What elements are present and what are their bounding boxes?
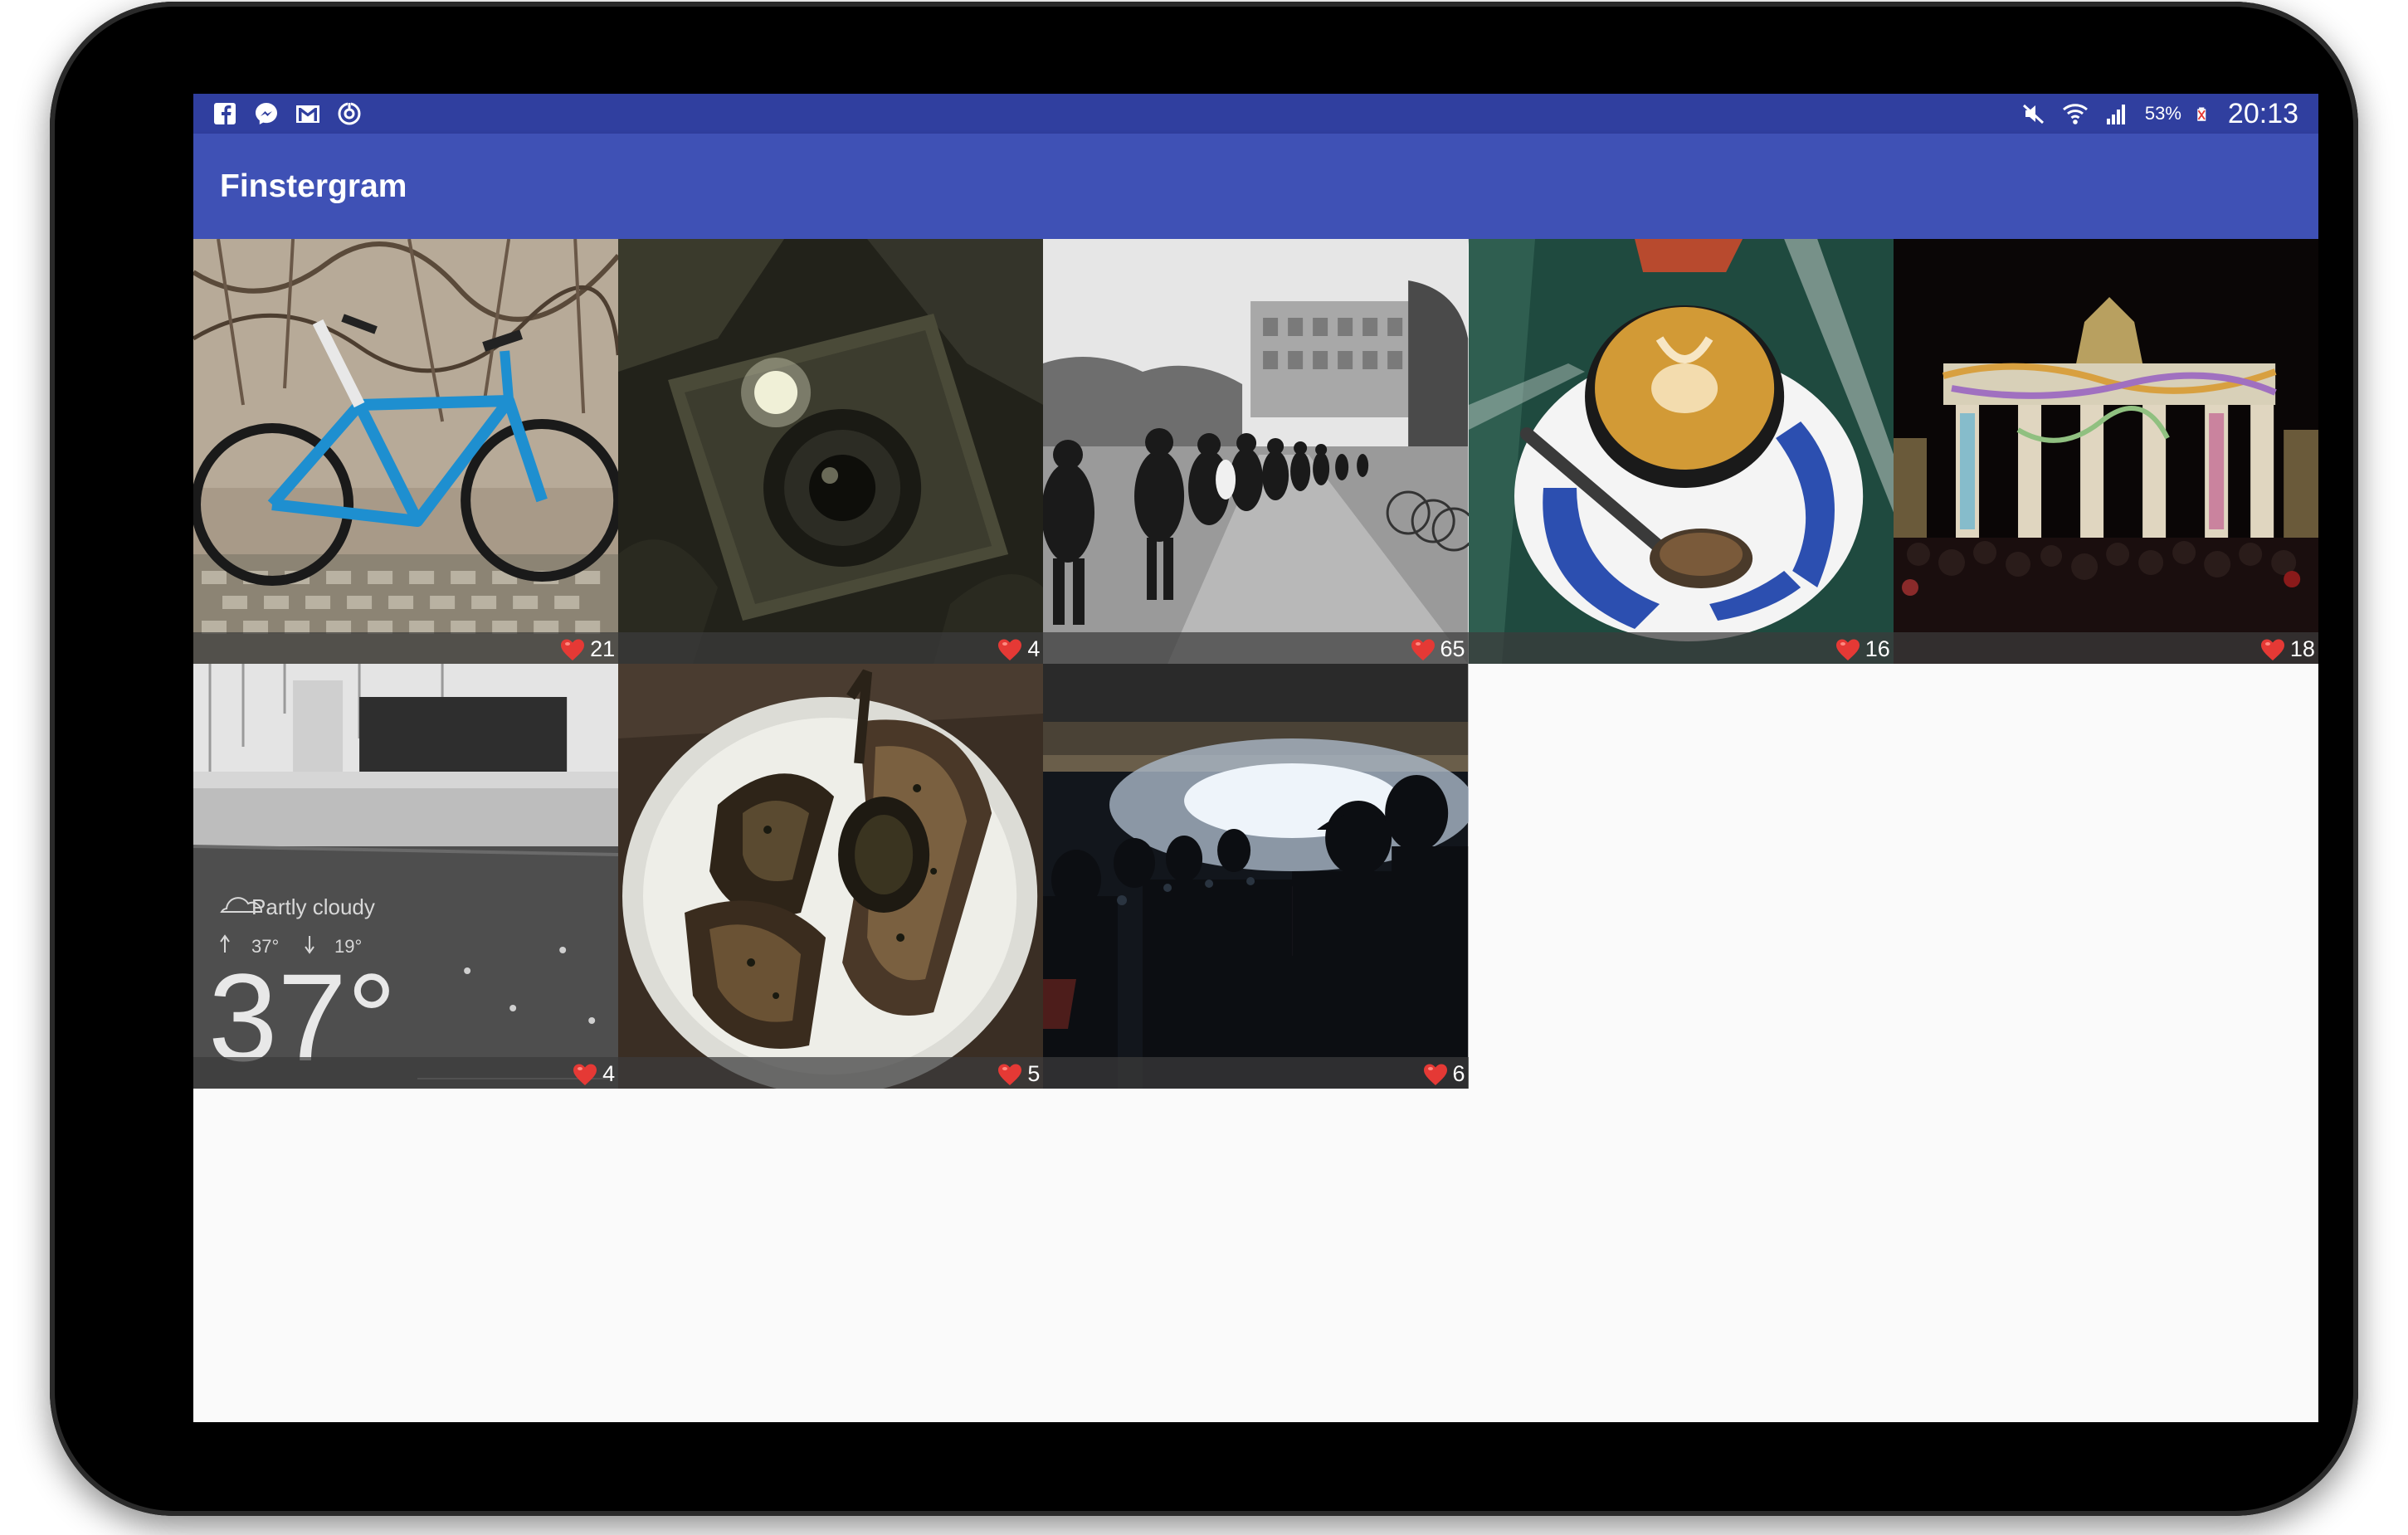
camera-photo bbox=[618, 239, 1044, 664]
like-count-value: 4 bbox=[1027, 636, 1041, 661]
like-bar: 18 bbox=[1893, 632, 2318, 664]
photo-tile-concert[interactable]: 6 bbox=[1043, 664, 1469, 1089]
photo-tile-weather[interactable]: Partly cloudy 37° 19° 37° 4 bbox=[193, 664, 619, 1089]
signal-icon bbox=[2106, 105, 2125, 124]
like-bar: 6 bbox=[1043, 1057, 1469, 1089]
like-count[interactable]: 16 bbox=[1835, 636, 1890, 662]
app-title: Finstergram bbox=[220, 168, 407, 204]
like-count[interactable]: 5 bbox=[997, 1061, 1040, 1087]
like-bar: 65 bbox=[1043, 632, 1469, 664]
heart-icon bbox=[998, 1064, 1022, 1085]
like-bar: 16 bbox=[1468, 632, 1894, 664]
system-icons: 53% 20:13 bbox=[2020, 97, 2298, 130]
like-count[interactable]: 4 bbox=[997, 636, 1040, 662]
photo-tile-gate[interactable]: 18 bbox=[1893, 239, 2318, 664]
like-count-value: 16 bbox=[1864, 636, 1890, 661]
like-count-value: 4 bbox=[602, 1061, 616, 1086]
facebook-icon bbox=[214, 103, 236, 124]
notification-icons bbox=[212, 100, 363, 127]
heart-icon bbox=[998, 639, 1022, 660]
heart-icon bbox=[561, 639, 585, 660]
like-bar: 21 bbox=[193, 632, 619, 664]
heart-icon bbox=[1423, 1064, 1447, 1085]
like-count[interactable]: 4 bbox=[573, 1061, 615, 1087]
screen: 53% 20:13 Finstergram 21 4 65 16 18 Part… bbox=[193, 94, 2318, 1422]
app-bar: Finstergram bbox=[193, 134, 2318, 239]
weather-condition: Partly cloudy bbox=[251, 894, 375, 919]
battery-percent: 53% bbox=[2144, 103, 2181, 124]
like-bar: 4 bbox=[618, 632, 1044, 664]
photo-tile-bicycle[interactable]: 21 bbox=[193, 239, 619, 664]
gate-photo bbox=[1893, 239, 2318, 664]
mute-icon bbox=[2022, 104, 2044, 124]
bicycle-photo bbox=[193, 239, 619, 664]
clock: 20:13 bbox=[2227, 97, 2298, 129]
messenger-icon bbox=[256, 103, 277, 124]
photo-tile-food[interactable]: 5 bbox=[618, 664, 1044, 1089]
like-count-value: 65 bbox=[1440, 636, 1465, 661]
gmail-icon bbox=[296, 105, 319, 123]
like-count[interactable]: 18 bbox=[2260, 636, 2315, 662]
battery-icon bbox=[2197, 107, 2206, 121]
like-count-value: 6 bbox=[1452, 1061, 1465, 1086]
sync-icon bbox=[338, 102, 361, 125]
heart-icon bbox=[1835, 639, 1860, 660]
like-count[interactable]: 21 bbox=[560, 636, 615, 662]
weather-photo: Partly cloudy 37° 19° 37° bbox=[193, 664, 619, 1089]
like-count-value: 5 bbox=[1027, 1061, 1041, 1086]
like-bar: 4 bbox=[193, 1057, 619, 1089]
heart-icon bbox=[1411, 639, 1435, 660]
like-count[interactable]: 6 bbox=[1423, 1061, 1465, 1087]
queue-photo bbox=[1043, 239, 1469, 664]
concert-photo bbox=[1043, 664, 1469, 1089]
heart-icon bbox=[573, 1064, 597, 1085]
photo-tile-camera[interactable]: 4 bbox=[618, 239, 1044, 664]
coffee-photo bbox=[1468, 239, 1894, 664]
like-bar: 5 bbox=[618, 1057, 1044, 1089]
like-count[interactable]: 65 bbox=[1411, 636, 1465, 662]
photo-tile-coffee[interactable]: 16 bbox=[1468, 239, 1894, 664]
like-count-value: 21 bbox=[590, 636, 616, 661]
photo-tile-queue[interactable]: 65 bbox=[1043, 239, 1469, 664]
tablet-frame: 53% 20:13 Finstergram 21 4 65 16 18 Part… bbox=[50, 2, 2358, 1516]
wifi-icon bbox=[2062, 104, 2088, 124]
like-count-value: 18 bbox=[2289, 636, 2315, 661]
food-photo bbox=[618, 664, 1044, 1089]
heart-icon bbox=[2260, 639, 2284, 660]
status-bar: 53% 20:13 bbox=[193, 94, 2318, 134]
photo-grid: 21 4 65 16 18 Partly cloudy 37° 19° 37° … bbox=[193, 239, 2318, 1089]
